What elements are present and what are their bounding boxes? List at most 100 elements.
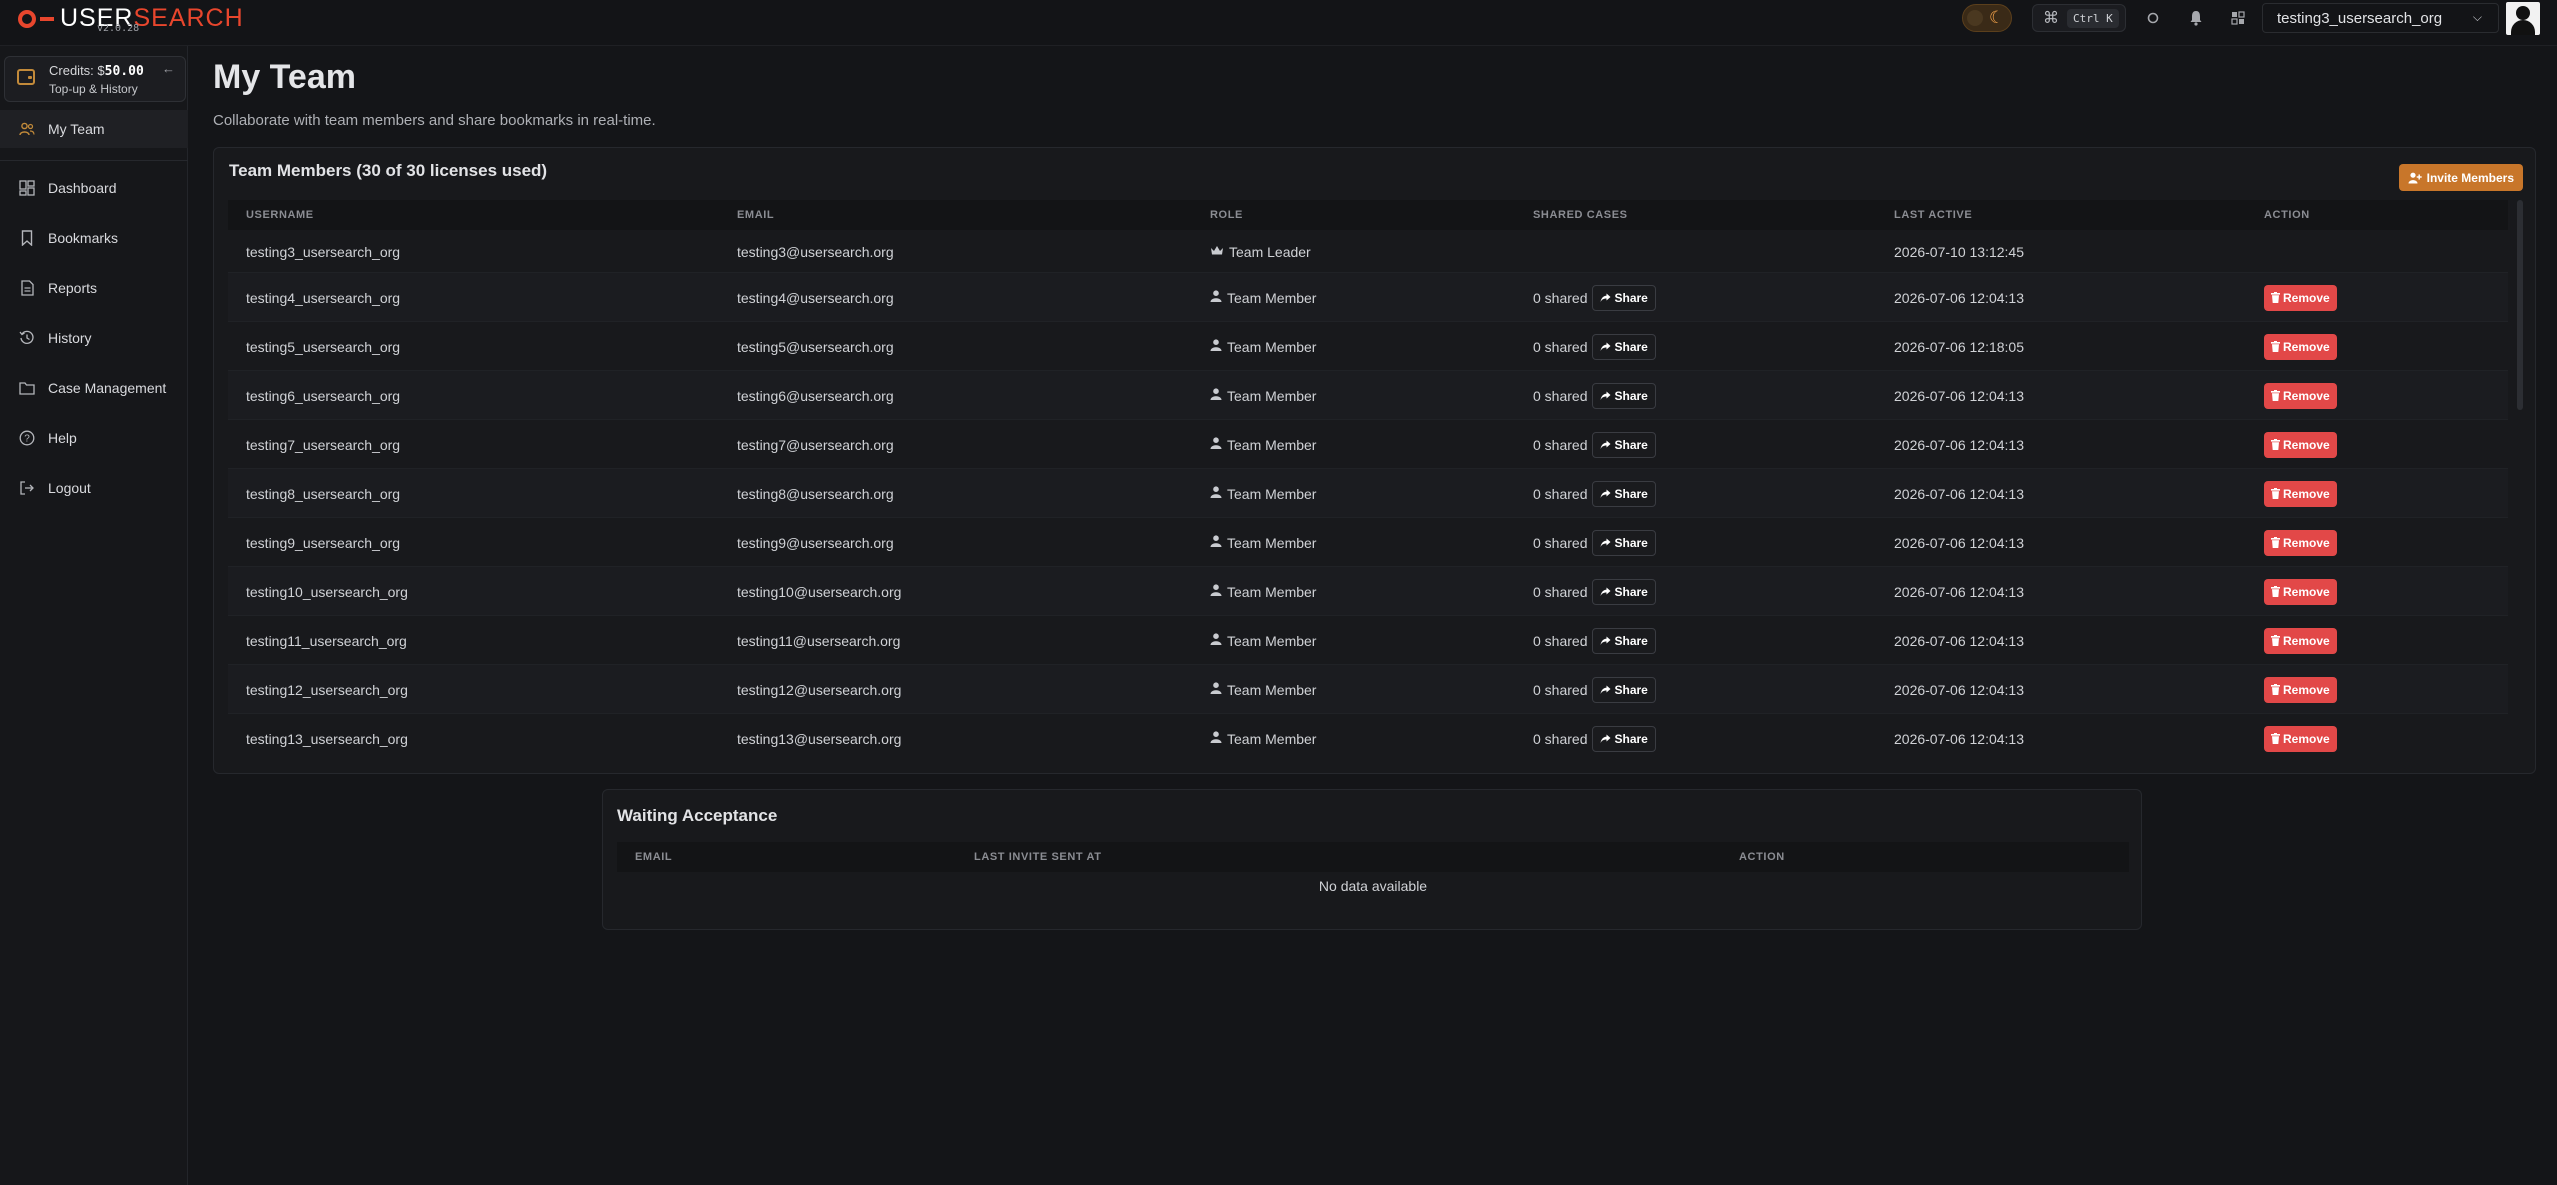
user-icon — [1210, 388, 1222, 403]
remove-button[interactable]: Remove — [2264, 529, 2337, 556]
email-cell: testing9@usersearch.org — [737, 534, 894, 551]
remove-button[interactable]: Remove — [2264, 725, 2337, 752]
theme-toggle[interactable]: ☾ — [1962, 4, 2012, 32]
sidebar-item-my-team[interactable]: My Team — [0, 110, 188, 148]
user-icon — [1210, 486, 1222, 501]
trash-icon — [2271, 390, 2280, 401]
shared-cases-cell: 0 shared Share — [1533, 480, 1656, 507]
share-button[interactable]: Share — [1592, 431, 1656, 458]
last-active-cell: 2026-07-06 12:04:13 — [1894, 681, 2024, 698]
topup-history-link[interactable]: Top-up & History — [49, 82, 138, 96]
search-icon[interactable] — [2142, 7, 2164, 29]
column-header-email[interactable]: EMAIL — [635, 851, 672, 863]
username-label: testing3_usersearch_org — [2277, 9, 2443, 27]
remove-button[interactable]: Remove — [2264, 284, 2337, 311]
remove-button[interactable]: Remove — [2264, 480, 2337, 507]
sidebar-item-case-management[interactable]: Case Management — [0, 369, 188, 407]
waiting-table-header: EMAIL LAST INVITE SENT AT ACTION — [617, 842, 2129, 872]
trash-icon — [2271, 341, 2280, 352]
credits-card[interactable]: Credits: $50.00 Top-up & History ← — [4, 56, 186, 102]
history-icon — [18, 329, 36, 347]
remove-button[interactable]: Remove — [2264, 578, 2337, 605]
sidebar-item-help[interactable]: ? Help — [0, 419, 188, 457]
share-button[interactable]: Share — [1592, 284, 1656, 311]
top-bar: USERSEARCH v2.0.28 ☾ ⌘ Ctrl K testing3_u… — [0, 0, 2557, 46]
action-cell: Remove — [2264, 578, 2337, 605]
column-header-role[interactable]: ROLE — [1210, 209, 1243, 221]
avatar[interactable] — [2506, 2, 2540, 35]
username-cell: testing6_usersearch_org — [246, 387, 401, 404]
last-active-cell: 2026-07-06 12:04:13 — [1894, 730, 2024, 747]
table-row: testing11_usersearch_org testing11@userse… — [228, 616, 2508, 665]
sidebar-item-logout[interactable]: Logout — [0, 469, 188, 507]
share-label: Share — [1614, 486, 1648, 501]
user-icon — [1210, 290, 1222, 305]
trash-icon — [2271, 537, 2280, 548]
column-header-last-active[interactable]: LAST ACTIVE — [1894, 209, 1972, 221]
role-label: Team Member — [1227, 681, 1317, 698]
role-label: Team Member — [1227, 387, 1317, 404]
trash-icon — [2271, 292, 2280, 303]
user-icon — [1210, 682, 1222, 697]
sidebar-item-label: Logout — [48, 480, 91, 496]
email-cell: testing13@usersearch.org — [737, 730, 902, 747]
table-row: testing12_usersearch_org testing12@userse… — [228, 665, 2508, 714]
apps-grid-icon[interactable] — [2227, 7, 2249, 29]
role-label: Team Member — [1227, 534, 1317, 551]
remove-button[interactable]: Remove — [2264, 627, 2337, 654]
share-button[interactable]: Share — [1592, 725, 1656, 752]
share-button[interactable]: Share — [1592, 529, 1656, 556]
trash-icon — [2271, 684, 2280, 695]
table-scrollbar[interactable] — [2517, 200, 2523, 410]
invite-members-button[interactable]: Invite Members — [2398, 164, 2523, 191]
shared-cases-cell: 0 shared Share — [1533, 529, 1656, 556]
table-row: testing7_usersearch_org testing7@usersear… — [228, 420, 2508, 469]
username-cell: testing10_usersearch_org — [246, 583, 408, 600]
share-arrow-icon — [1600, 440, 1611, 449]
sidebar-item-label: History — [48, 330, 92, 346]
user-icon — [1210, 437, 1222, 452]
remove-button[interactable]: Remove — [2264, 431, 2337, 458]
column-header-last-invite-sent[interactable]: LAST INVITE SENT AT — [974, 851, 1102, 863]
bell-icon[interactable] — [2185, 7, 2207, 29]
remove-button[interactable]: Remove — [2264, 333, 2337, 360]
remove-label: Remove — [2283, 633, 2330, 648]
remove-button[interactable]: Remove — [2264, 382, 2337, 409]
column-header-email[interactable]: EMAIL — [737, 209, 774, 221]
username-cell: testing9_usersearch_org — [246, 534, 401, 551]
column-header-username[interactable]: USERNAME — [246, 209, 314, 221]
collapse-arrow-icon[interactable]: ← — [162, 61, 175, 76]
column-header-shared-cases[interactable]: SHARED CASES — [1533, 209, 1628, 221]
user-menu-dropdown[interactable]: testing3_usersearch_org ⌵ — [2262, 3, 2499, 33]
folder-icon — [18, 379, 36, 397]
sidebar-item-reports[interactable]: Reports — [0, 269, 188, 307]
last-active-cell: 2026-07-06 12:18:05 — [1894, 338, 2024, 355]
table-row: testing10_usersearch_org testing10@userse… — [228, 567, 2508, 616]
sidebar-item-label: Bookmarks — [48, 230, 119, 246]
role-cell: Team Member — [1210, 339, 1316, 355]
command-palette-button[interactable]: ⌘ Ctrl K — [2032, 4, 2126, 32]
table-row: testing8_usersearch_org testing8@usersear… — [228, 469, 2508, 518]
remove-button[interactable]: Remove — [2264, 676, 2337, 703]
sidebar-item-dashboard[interactable]: Dashboard — [0, 169, 188, 207]
role-label: Team Member — [1227, 583, 1317, 600]
remove-label: Remove — [2283, 584, 2330, 599]
share-button[interactable]: Share — [1592, 578, 1656, 605]
shared-cases-cell: 0 shared Share — [1533, 676, 1656, 703]
sidebar-item-history[interactable]: History — [0, 319, 188, 357]
email-cell: testing10@usersearch.org — [737, 583, 902, 600]
credits-amount: 50.00 — [104, 64, 144, 79]
share-button[interactable]: Share — [1592, 382, 1656, 409]
share-button[interactable]: Share — [1592, 627, 1656, 654]
share-arrow-icon — [1600, 636, 1611, 645]
email-cell: testing5@usersearch.org — [737, 338, 894, 355]
shared-count: 0 shared — [1533, 681, 1588, 698]
team-members-title: Team Members (30 of 30 licenses used) — [229, 161, 548, 180]
share-button[interactable]: Share — [1592, 333, 1656, 360]
shared-count: 0 shared — [1533, 436, 1588, 453]
share-button[interactable]: Share — [1592, 676, 1656, 703]
remove-label: Remove — [2283, 339, 2330, 354]
shared-cases-cell: 0 shared Share — [1533, 627, 1656, 654]
share-button[interactable]: Share — [1592, 480, 1656, 507]
sidebar-item-bookmarks[interactable]: Bookmarks — [0, 219, 188, 257]
